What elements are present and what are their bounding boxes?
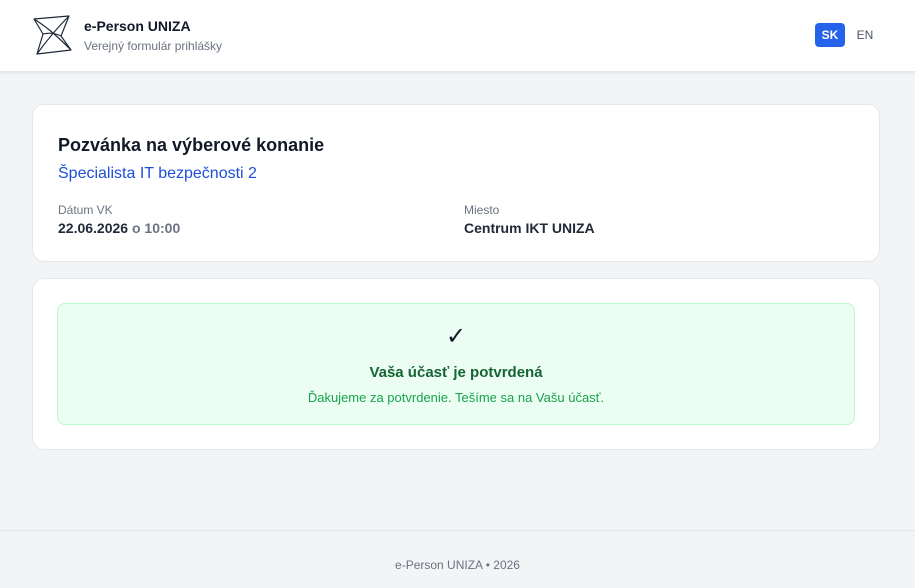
app-header: e-Person UNIZA Verejný formulár prihlášk… — [0, 0, 915, 72]
brand-subtitle: Verejný formulár prihlášky — [84, 39, 223, 53]
invitation-card: Pozvánka na výberové konanie Špecialista… — [32, 104, 880, 262]
place-label: Miesto — [464, 203, 500, 217]
brand-title: e-Person UNIZA — [84, 18, 191, 34]
date-label: Dátum VK — [58, 203, 113, 217]
place-value: Centrum IKT UNIZA — [464, 220, 595, 236]
time-separator: o — [131, 220, 141, 236]
success-alert: ✓ Vaša účasť je potvrdená Ďakujeme za po… — [57, 303, 855, 425]
position-name: Špecialista IT bezpečnosti 2 — [58, 165, 257, 182]
success-message: Ďakujeme za potvrdenie. Tešíme sa na Vaš… — [307, 390, 605, 405]
date-value: 22.06.2026 o 10:00 — [58, 220, 180, 236]
language-sk-button[interactable]: SK — [815, 23, 845, 47]
page-footer: e-Person UNIZA • 2026 — [0, 530, 915, 588]
uniza-logo-icon — [33, 15, 72, 55]
footer-text: e-Person UNIZA • 2026 — [395, 558, 520, 572]
success-title: Vaša účasť je potvrdená — [369, 364, 543, 381]
time-text: 10:00 — [144, 220, 181, 236]
confirmation-card: ✓ Vaša účasť je potvrdená Ďakujeme za po… — [32, 278, 880, 450]
language-en-button[interactable]: EN — [851, 23, 879, 47]
checkmark-icon: ✓ — [445, 323, 467, 350]
date-text: 22.06.2026 — [58, 220, 129, 236]
invitation-title: Pozvánka na výberové konanie — [58, 135, 325, 155]
